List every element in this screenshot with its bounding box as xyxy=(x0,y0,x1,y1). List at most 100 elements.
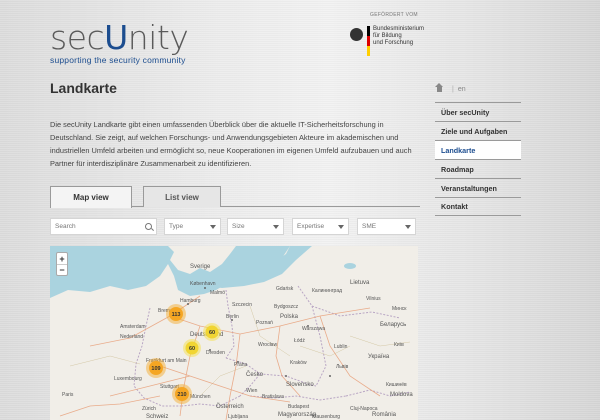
map-canvas[interactable]: København Sverige Malmö Gdańsk Калинингр… xyxy=(50,246,418,420)
map-label: Dresden xyxy=(206,350,225,356)
tab-map-view[interactable]: Map view xyxy=(50,186,132,208)
map-label: Кишинёв xyxy=(386,382,407,388)
city-dot xyxy=(329,375,331,377)
sidebar-nav: Über secUnity Ziele und Aufgaben Landkar… xyxy=(435,102,521,216)
cluster-count: 113 xyxy=(172,312,181,318)
map-label: Ljubljana xyxy=(228,414,248,420)
size-select[interactable]: Size xyxy=(227,218,284,235)
chevron-down-icon xyxy=(273,225,279,229)
cluster-count: 60 xyxy=(189,346,195,352)
map-label: Минск xyxy=(392,306,407,312)
map-label: Львів xyxy=(336,364,349,370)
map-label: Lublin xyxy=(334,344,348,350)
federal-eagle-icon xyxy=(350,28,363,41)
map-label: Hamburg xyxy=(180,298,201,304)
cluster-count: 210 xyxy=(177,392,186,398)
map-label: Poznań xyxy=(256,320,273,326)
map-label: Lietuva xyxy=(350,280,370,286)
map-label: Gdańsk xyxy=(276,286,294,292)
map-label: Berlin xyxy=(226,314,239,320)
cluster-marker[interactable]: 210 xyxy=(172,384,192,404)
chevron-down-icon xyxy=(338,225,344,229)
map-label: Budapest xyxy=(288,404,310,410)
language-switcher: | en xyxy=(435,83,466,93)
map-view[interactable]: København Sverige Malmö Gdańsk Калинингр… xyxy=(50,246,418,420)
map-label: Wien xyxy=(246,388,258,394)
sme-select[interactable]: SME xyxy=(357,218,416,235)
zoom-control: + − xyxy=(56,252,68,276)
chevron-down-icon xyxy=(405,225,411,229)
map-label: Paris xyxy=(62,392,74,398)
size-select-label: Size xyxy=(232,223,245,230)
map-label: Україна xyxy=(368,354,390,360)
map-label: Klausenburg xyxy=(312,414,340,420)
map-label: Zürich xyxy=(142,406,156,412)
cluster-marker[interactable]: 60 xyxy=(203,323,221,341)
map-label: Wrocław xyxy=(258,342,277,348)
chevron-down-icon xyxy=(210,225,216,229)
map-label: Kraków xyxy=(290,360,307,366)
cluster-marker[interactable]: 109 xyxy=(146,358,166,378)
zoom-in-button[interactable]: + xyxy=(57,253,67,264)
home-icon[interactable] xyxy=(435,83,443,93)
logo-tagline: supporting the security community xyxy=(50,55,186,65)
search-icon[interactable] xyxy=(145,223,152,230)
filter-bar: Type Size Expertise SME xyxy=(50,218,418,235)
map-label: Amsterdam xyxy=(120,324,146,330)
secunity-logo[interactable]: secUnity supporting the security communi… xyxy=(50,20,189,66)
expertise-select-label: Expertise xyxy=(297,223,325,230)
map-label: Калининград xyxy=(312,288,342,294)
flag-stripe-red xyxy=(367,36,370,46)
map-label: Беларусь xyxy=(380,322,406,328)
map-label: Praha xyxy=(234,362,248,368)
ministry-line: Bundesministerium xyxy=(373,26,425,32)
map-label: Magyarország xyxy=(278,412,316,418)
map-label: Schweiz xyxy=(146,414,168,420)
flag-stripe-gold xyxy=(367,46,370,56)
flag-stripe-black xyxy=(367,26,370,36)
map-label: Sverige xyxy=(190,264,211,270)
map-label: München xyxy=(190,394,211,400)
zoom-out-button[interactable]: − xyxy=(57,264,67,275)
intro-text: Die secUnity Landkarte gibt einen umfass… xyxy=(50,120,412,168)
map-label: Österreich xyxy=(216,403,244,410)
map-label: København xyxy=(190,281,216,287)
map-label: Moldova xyxy=(390,392,413,398)
map-label: Vilnius xyxy=(366,296,381,302)
map-label: Polska xyxy=(280,314,299,320)
sidebar-item-ziele-und-aufgaben[interactable]: Ziele und Aufgaben xyxy=(435,121,521,140)
lang-separator: | xyxy=(452,86,454,93)
map-label: Київ xyxy=(394,342,404,348)
map-label: Warszawa xyxy=(302,326,325,332)
search-input[interactable] xyxy=(55,223,143,230)
page-title: Landkarte xyxy=(50,80,117,96)
search-field[interactable] xyxy=(50,218,157,235)
tab-list-view[interactable]: List view xyxy=(143,186,221,207)
sidebar-item-veranstaltungen[interactable]: Veranstaltungen xyxy=(435,178,521,197)
map-label: Nederland xyxy=(120,334,143,340)
map-label: Luxembourg xyxy=(114,376,142,382)
lang-en-link[interactable]: en xyxy=(458,86,466,93)
cluster-marker[interactable]: 113 xyxy=(166,304,186,324)
sme-select-label: SME xyxy=(362,223,377,230)
city-dot xyxy=(204,287,206,289)
sidebar-item-landkarte[interactable]: Landkarte xyxy=(435,140,521,159)
map-label: Slovensko xyxy=(286,382,314,388)
city-dot xyxy=(285,375,287,377)
cluster-marker[interactable]: 60 xyxy=(183,339,201,357)
map-label: Česko xyxy=(246,371,264,378)
sidebar-item-roadmap[interactable]: Roadmap xyxy=(435,159,521,178)
sidebar-item-kontakt[interactable]: Kontakt xyxy=(435,197,521,216)
bmbf-logo[interactable]: GEFÖRDERT VOM Bundesministerium für Bild… xyxy=(348,12,438,56)
sidebar-item-uber-secunity[interactable]: Über secUnity xyxy=(435,102,521,121)
expertise-select[interactable]: Expertise xyxy=(292,218,349,235)
type-select-label: Type xyxy=(169,223,184,230)
ministry-name: Bundesministerium für Bildung und Forsch… xyxy=(373,26,424,47)
map-label: Bydgoszcz xyxy=(274,304,299,310)
lake xyxy=(344,263,356,269)
cluster-count: 60 xyxy=(209,330,215,336)
type-select[interactable]: Type xyxy=(164,218,221,235)
map-label: Malmö xyxy=(210,290,225,296)
map-label: Łódź xyxy=(294,338,305,344)
cluster-count: 109 xyxy=(151,366,160,372)
